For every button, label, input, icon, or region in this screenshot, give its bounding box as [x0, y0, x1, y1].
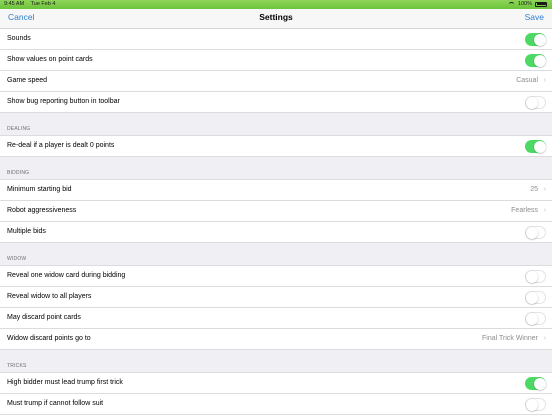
section-header-tricks: TRICKS: [0, 350, 552, 373]
status-bar: 9:45 AM Tue Feb 4 100%: [0, 0, 552, 9]
reveal-widow-to-all-players-toggle[interactable]: [525, 291, 546, 304]
setting-label: Show bug reporting button in toolbar: [7, 98, 120, 105]
setting-label: Must trump if cannot follow suit: [7, 400, 104, 407]
setting-row-sounds[interactable]: Sounds: [0, 29, 552, 50]
toggle-knob: [525, 270, 538, 283]
setting-label: High bidder must lead trump first trick: [7, 379, 123, 386]
setting-row-show-values-on-point-cards[interactable]: Show values on point cards: [0, 50, 552, 71]
show-bug-reporting-button-in-toolbar-toggle[interactable]: [525, 96, 546, 109]
setting-row-re-deal-if-a-player-is-dealt-0-points[interactable]: Re-deal if a player is dealt 0 points: [0, 136, 552, 157]
setting-row-reveal-widow-to-all-players[interactable]: Reveal widow to all players: [0, 287, 552, 308]
show-values-on-point-cards-toggle[interactable]: [525, 54, 546, 67]
status-right: 100%: [507, 1, 547, 7]
setting-label: Multiple bids: [7, 228, 46, 235]
section-header-label: BIDDING: [7, 170, 30, 176]
setting-row-reveal-one-widow-card-during-bidding[interactable]: Reveal one widow card during bidding: [0, 266, 552, 287]
setting-row-show-bug-reporting-button-in-toolbar[interactable]: Show bug reporting button in toolbar: [0, 92, 552, 113]
section-header-label: TRICKS: [7, 363, 27, 369]
section-header-dealing: DEALING: [0, 113, 552, 136]
toggle-knob: [525, 291, 538, 304]
multiple-bids-toggle[interactable]: [525, 226, 546, 239]
battery-percent: 100%: [517, 1, 532, 7]
setting-row-may-discard-point-cards[interactable]: May discard point cards: [0, 308, 552, 329]
save-button[interactable]: Save: [525, 12, 544, 22]
sounds-toggle[interactable]: [525, 33, 546, 46]
setting-row-minimum-starting-bid[interactable]: Minimum starting bid 25 ›: [0, 180, 552, 201]
toggle-knob: [533, 140, 546, 153]
chevron-right-icon: ›: [543, 335, 546, 342]
setting-label: Game speed: [7, 77, 48, 84]
status-date: Tue Feb 4: [30, 1, 56, 7]
chevron-right-icon: ›: [543, 207, 546, 214]
setting-value: Fearless: [511, 207, 538, 214]
setting-label: Widow discard points go to: [7, 335, 91, 342]
wifi-icon: [507, 1, 515, 7]
setting-row-high-bidder-must-lead-trump-first-trick[interactable]: High bidder must lead trump first trick: [0, 373, 552, 394]
status-time: 9:45 AM: [4, 1, 25, 7]
high-bidder-must-lead-trump-first-trick-toggle[interactable]: [525, 377, 546, 390]
setting-label: May discard point cards: [7, 314, 81, 321]
setting-row-game-speed[interactable]: Game speed Casual ›: [0, 71, 552, 92]
must-trump-if-cannot-follow-suit-toggle[interactable]: [525, 398, 546, 411]
re-deal-if-a-player-is-dealt-0-points-toggle[interactable]: [525, 140, 546, 153]
section-header-label: WIDOW: [7, 256, 27, 262]
chevron-right-icon: ›: [543, 77, 546, 84]
setting-label: Show values on point cards: [7, 56, 93, 63]
setting-row-multiple-bids[interactable]: Multiple bids: [0, 222, 552, 243]
setting-row-must-trump-if-cannot-follow-suit[interactable]: Must trump if cannot follow suit: [0, 394, 552, 415]
toggle-knob: [533, 54, 546, 67]
setting-label: Minimum starting bid: [7, 186, 72, 193]
setting-label: Sounds: [7, 35, 31, 42]
settings-list: Sounds Show values on point cards Game spe…: [0, 29, 552, 415]
setting-value: 25: [530, 186, 538, 193]
setting-label: Robot aggressiveness: [7, 207, 77, 214]
setting-row-robot-aggressiveness[interactable]: Robot aggressiveness Fearless ›: [0, 201, 552, 222]
toggle-knob: [533, 33, 546, 46]
toggle-knob: [525, 398, 538, 411]
setting-row-widow-discard-points-go-to[interactable]: Widow discard points go to Final Trick Wi…: [0, 329, 552, 350]
battery-icon: [535, 1, 547, 7]
toggle-knob: [525, 226, 538, 239]
reveal-one-widow-card-during-bidding-toggle[interactable]: [525, 270, 546, 283]
setting-value: Final Trick Winner: [481, 335, 538, 342]
navigation-bar: Cancel Settings Save: [0, 9, 552, 29]
setting-label: Reveal widow to all players: [7, 293, 92, 300]
may-discard-point-cards-toggle[interactable]: [525, 312, 546, 325]
chevron-right-icon: ›: [543, 186, 546, 193]
section-header-bidding: BIDDING: [0, 157, 552, 180]
status-left: 9:45 AM Tue Feb 4: [4, 1, 61, 7]
setting-value: Casual: [516, 77, 538, 84]
setting-label: Re-deal if a player is dealt 0 points: [7, 142, 115, 149]
setting-label: Reveal one widow card during bidding: [7, 272, 126, 279]
section-header-widow: WIDOW: [0, 243, 552, 266]
toggle-knob: [533, 377, 546, 390]
page-title: Settings: [259, 12, 293, 22]
toggle-knob: [525, 312, 538, 325]
section-header-label: DEALING: [7, 126, 31, 132]
toggle-knob: [525, 96, 538, 109]
